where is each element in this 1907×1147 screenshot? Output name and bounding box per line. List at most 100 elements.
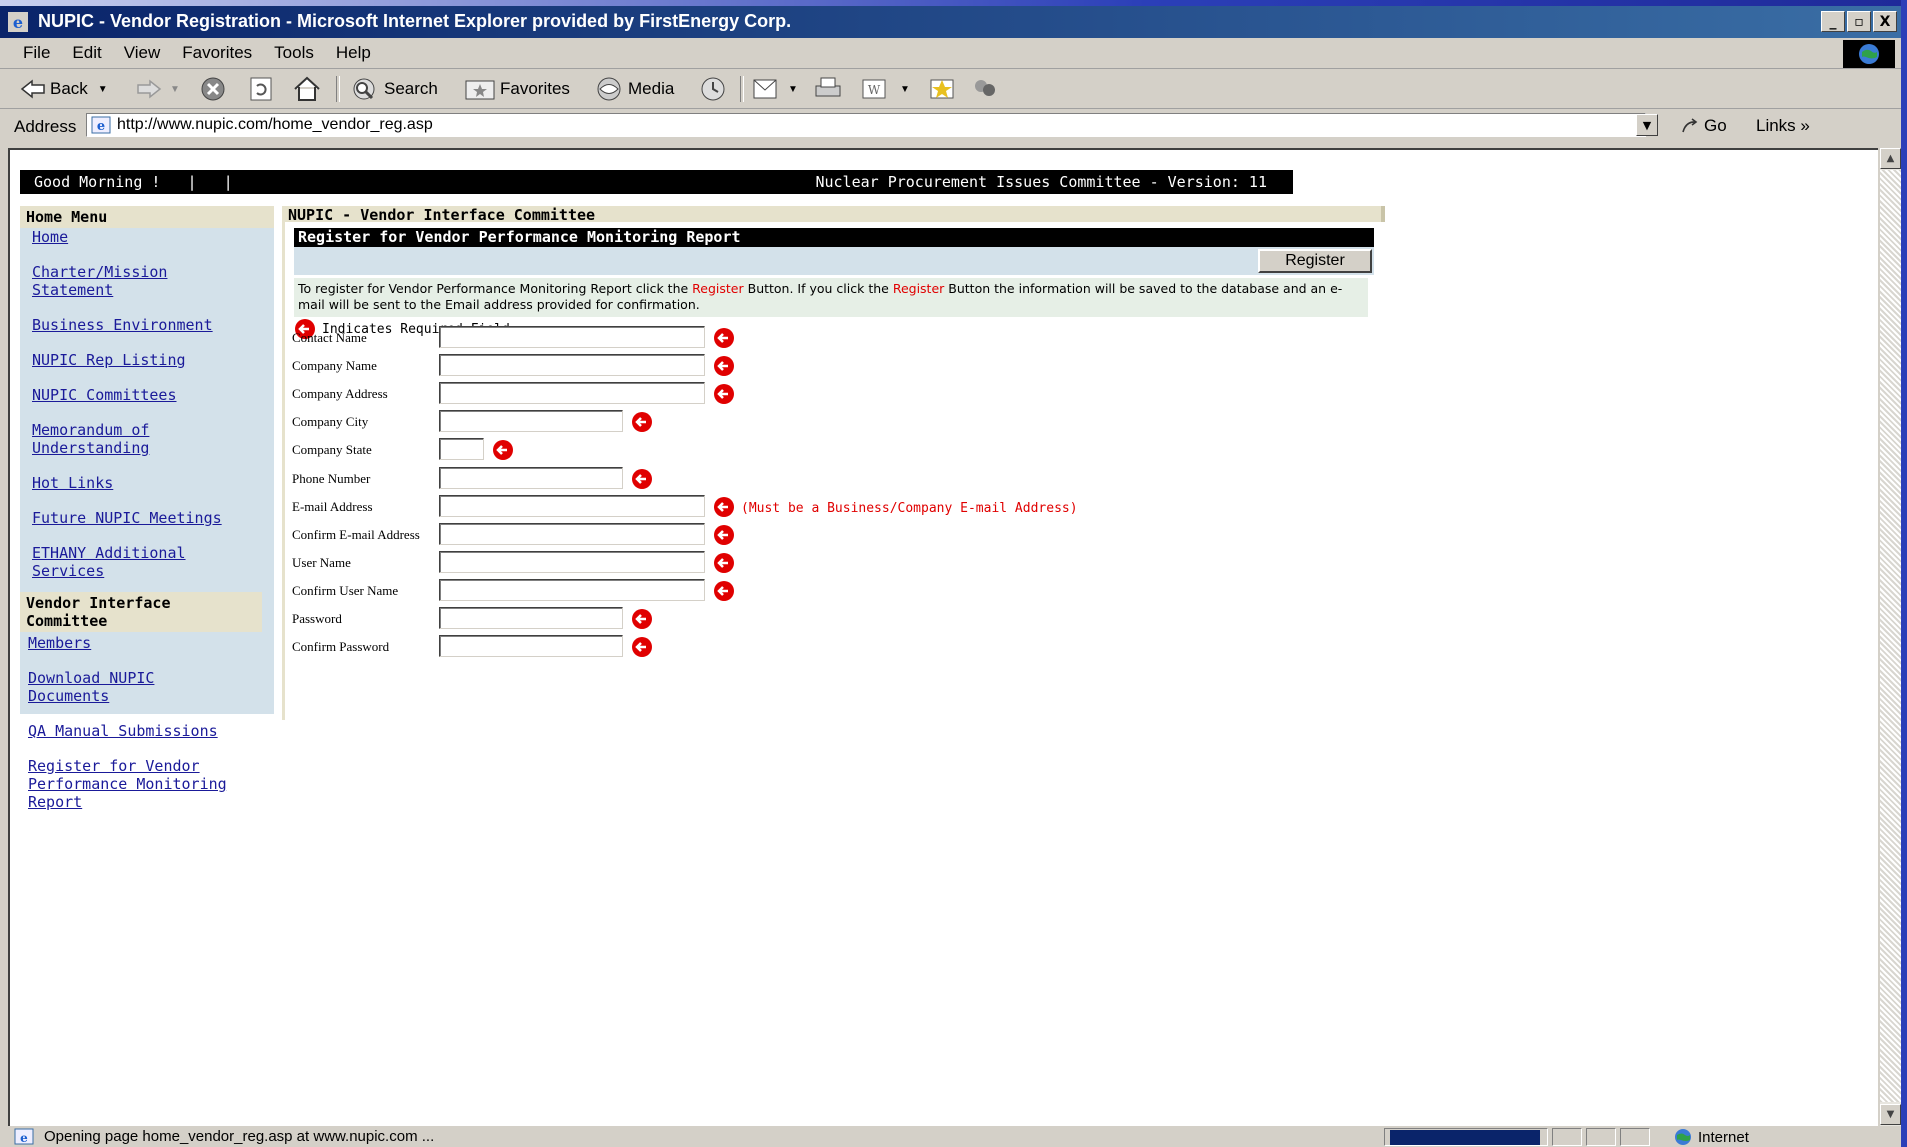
home-button[interactable] <box>292 76 322 102</box>
close-button[interactable]: X <box>1873 11 1897 32</box>
address-input[interactable]: e http://www.nupic.com/home_vendor_reg.a… <box>86 113 1646 137</box>
register-button[interactable]: Register <box>1258 249 1372 273</box>
main-heading: NUPIC - Vendor Interface Committee <box>284 206 1385 224</box>
company-city-field[interactable] <box>439 410 623 433</box>
user-name-label: User Name <box>292 554 351 570</box>
ie-icon: e <box>8 12 28 32</box>
required-field-icon <box>714 328 734 348</box>
back-dropdown-icon[interactable]: ▼ <box>98 84 108 95</box>
menu-tools[interactable]: Tools <box>263 43 325 63</box>
favorites-button[interactable]: Favorites <box>464 76 570 102</box>
menu-view[interactable]: View <box>113 43 172 63</box>
email-address-field[interactable] <box>439 494 705 517</box>
required-field-icon <box>714 580 734 601</box>
history-button[interactable] <box>698 76 728 102</box>
edit-button[interactable]: W ▼ <box>860 76 910 102</box>
print-button[interactable] <box>812 76 844 102</box>
main-divider <box>282 206 285 720</box>
sidebar-link-charter[interactable]: Charter/Mission Statement <box>32 263 192 299</box>
phone-number-label: Phone Number <box>292 470 371 486</box>
back-button[interactable]: Back ▼ <box>20 76 108 102</box>
form-row-password: Password <box>292 607 1192 631</box>
forward-dropdown-icon[interactable]: ▼ <box>170 84 180 95</box>
company-city-label: Company City <box>292 414 369 430</box>
links-label: Links <box>1756 116 1796 135</box>
form-row-email-address: E-mail Address (Must be a Business/Compan… <box>292 494 1192 519</box>
menu-file[interactable]: File <box>12 43 61 63</box>
sidebar-link-register-vendor-report[interactable]: Register for Vendor Performance Monitori… <box>28 757 258 811</box>
address-label: Address <box>14 117 77 136</box>
company-address-field[interactable] <box>439 382 705 405</box>
sidebar-link-ethany-services[interactable]: ETHANY Additional Services <box>32 544 212 580</box>
mail-dropdown-icon[interactable]: ▼ <box>788 84 798 95</box>
sidebar-link-memorandum[interactable]: Memorandum of Understanding <box>32 421 192 457</box>
required-field-icon <box>714 496 734 517</box>
discuss-button[interactable] <box>928 76 958 102</box>
required-field-icon <box>493 440 513 461</box>
company-name-field[interactable] <box>439 354 705 377</box>
search-button[interactable]: Search <box>350 76 438 102</box>
form-row-contact-name: Contact Name <box>292 326 1192 350</box>
sidebar-link-rep-listing[interactable]: NUPIC Rep Listing <box>32 351 274 369</box>
media-icon <box>597 77 621 101</box>
home-icon <box>294 76 320 101</box>
vertical-scrollbar[interactable]: ▲ ▼ <box>1880 148 1901 1126</box>
mail-button[interactable]: ▼ <box>752 76 798 102</box>
confirm-password-field[interactable] <box>439 635 623 658</box>
password-field[interactable] <box>439 607 623 629</box>
scrollbar-track[interactable] <box>1880 170 1901 1102</box>
register-row: Register <box>294 247 1374 275</box>
standard-toolbar: Back ▼ ▼ Search Favorites Media ▼ W ▼ <box>0 70 1901 109</box>
refresh-button[interactable] <box>248 76 274 102</box>
sidebar-link-committees[interactable]: NUPIC Committees <box>32 386 274 404</box>
required-field-icon <box>714 356 734 377</box>
info-text-part1: To register for Vendor Performance Monit… <box>298 281 693 296</box>
info-text-part2: Button. If you click the <box>743 281 893 296</box>
links-button[interactable]: Links » <box>1756 116 1810 136</box>
contact-name-field[interactable] <box>439 326 705 348</box>
sidebar-link-members[interactable]: Members <box>28 634 274 652</box>
media-button[interactable]: Media <box>594 76 674 102</box>
chevron-right-icon: » <box>1800 116 1810 135</box>
phone-number-field[interactable] <box>439 466 623 489</box>
back-label: Back <box>50 79 88 98</box>
menu-edit[interactable]: Edit <box>61 43 112 63</box>
confirm-user-name-field[interactable] <box>439 578 705 601</box>
form-row-confirm-user-name: Confirm User Name <box>292 578 1192 603</box>
refresh-icon <box>250 77 272 101</box>
go-button[interactable]: Go <box>1680 116 1727 136</box>
restore-button[interactable]: ▫ <box>1847 11 1871 32</box>
sidebar-link-home[interactable]: Home <box>32 228 274 246</box>
page-icon: e <box>91 116 111 134</box>
sidebar-link-hot-links[interactable]: Hot Links <box>32 474 274 492</box>
sidebar-link-future-meetings[interactable]: Future NUPIC Meetings <box>32 509 274 527</box>
minimize-button[interactable]: _ <box>1821 11 1845 32</box>
form-row-company-name: Company Name <box>292 354 1192 378</box>
required-field-icon <box>632 412 652 433</box>
menu-help[interactable]: Help <box>325 43 382 63</box>
edit-dropdown-icon[interactable]: ▼ <box>900 84 910 95</box>
menu-favorites[interactable]: Favorites <box>171 43 263 63</box>
page-viewport: Good Morning ! | | Nuclear Procurement I… <box>8 148 1878 1126</box>
window-title: NUPIC - Vendor Registration - Microsoft … <box>38 11 792 31</box>
sidebar-link-download-documents[interactable]: Download NUPIC Documents <box>28 669 198 705</box>
forward-button[interactable]: ▼ <box>136 76 180 102</box>
address-dropdown-button[interactable]: ▼ <box>1636 114 1658 136</box>
confirm-email-address-field[interactable] <box>439 522 705 545</box>
user-name-field[interactable] <box>439 550 705 573</box>
scroll-up-icon[interactable]: ▲ <box>1880 148 1901 169</box>
messenger-icon <box>975 80 995 96</box>
messenger-button[interactable] <box>970 76 1000 102</box>
company-state-field[interactable] <box>439 438 484 461</box>
required-field-icon <box>714 524 734 545</box>
vendor-menu-heading: Vendor Interface Committee <box>20 592 262 632</box>
sidebar-link-business-environment[interactable]: Business Environment <box>32 316 274 334</box>
zone-label: Internet <box>1698 1128 1749 1146</box>
stop-button[interactable] <box>200 76 226 102</box>
sidebar-link-qa-manual[interactable]: QA Manual Submissions <box>28 722 274 740</box>
scroll-down-icon[interactable]: ▼ <box>1880 1104 1901 1125</box>
status-cell-empty <box>1620 1128 1650 1146</box>
greeting-text: Good Morning ! | | <box>34 173 233 191</box>
contact-name-label: Contact Name <box>292 330 367 345</box>
media-label: Media <box>628 79 675 98</box>
